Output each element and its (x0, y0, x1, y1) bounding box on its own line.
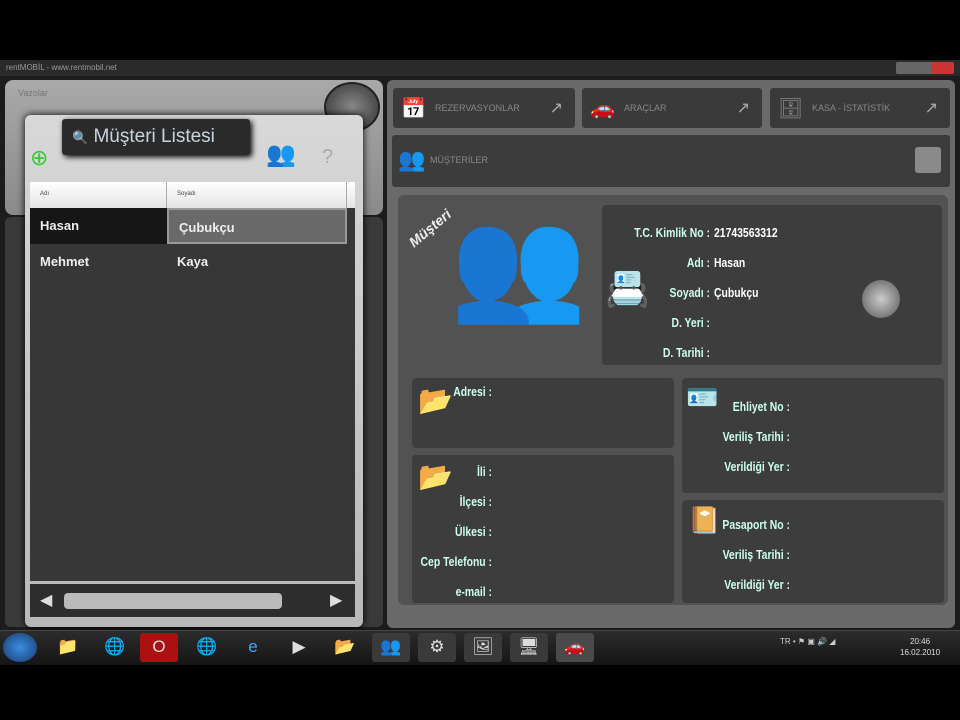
tab-araclar[interactable]: 🚗 ARAÇLAR ↗ (582, 88, 762, 128)
verilis-tarihi-label: Veriliş Tarihi : (722, 429, 790, 444)
scroll-right-icon[interactable]: ▶ (330, 590, 342, 610)
tab-rezervasyonlar[interactable]: 📅 REZERVASYONLAR ↗ (393, 88, 575, 128)
tc-value[interactable]: 21743563312 (714, 218, 778, 248)
app-icon[interactable]: 🌐 (188, 633, 226, 662)
tools-app-icon[interactable]: ⚙ (418, 633, 456, 662)
tab-kasa-istatistik[interactable]: 🗄 KASA - İSTATİSTİK ↗ (770, 88, 950, 128)
column-header-ad[interactable]: Adı (30, 182, 167, 208)
phone-label: Cep Telefonu : (420, 554, 492, 569)
users-app-icon[interactable]: 👥 (372, 633, 410, 662)
arrow-icon: ↗ (736, 100, 750, 117)
system-tray[interactable]: TR • ⚑ ▣ 🔊 ◢ (780, 637, 835, 646)
ulke-label: Ülkesi : (455, 524, 492, 539)
language-indicator[interactable]: TR (780, 637, 791, 646)
table-row[interactable]: Mehmet Kaya (30, 244, 355, 280)
license-fields: Ehliyet No : Veriliş Tarihi : Verildiği … (670, 392, 790, 482)
verildigi-yer-label: Verildiği Yer : (724, 459, 790, 474)
passport-fields: Pasaport No : Veriliş Tarihi : Verildiği… (670, 510, 790, 600)
pasaport-no-label: Pasaport No : (722, 517, 790, 532)
tab-musteriler[interactable]: 👥 MÜŞTERİLER (392, 135, 950, 187)
musteriler-action-button[interactable] (915, 147, 941, 173)
email-label: e-mail : (455, 584, 492, 599)
photo-button[interactable] (862, 280, 900, 318)
table-header: Adı Soyadı (30, 182, 355, 208)
users-icon: 👥 (398, 147, 426, 172)
popup-title: 🔍 Müşteri Listesi (62, 119, 250, 155)
remote-app-icon[interactable]: 🖥 (510, 633, 548, 662)
clock[interactable]: 20:46 16.02.2010 (900, 636, 940, 658)
field-label: Adı : (686, 255, 710, 270)
cell-ad: Mehmet (40, 254, 90, 269)
arrow-icon: ↗ (924, 100, 938, 117)
folder-app-icon[interactable]: 📂 (326, 633, 364, 662)
search-icon: 🔍 (72, 130, 89, 145)
table-row[interactable]: Hasan Çubukçu (30, 208, 355, 244)
window-title: rentMOBİL - www.rentmobil.net (0, 60, 960, 76)
ie-icon[interactable]: e (234, 633, 272, 662)
calendar-icon: 📅 (401, 98, 426, 120)
start-button[interactable] (3, 633, 37, 662)
users-icon[interactable]: 👥 (266, 140, 296, 169)
chrome-icon[interactable]: 🌐 (96, 633, 134, 662)
search-add-icon[interactable]: ⊕ (30, 145, 60, 175)
arrow-icon: ↗ (549, 100, 563, 117)
date: 16.02.2010 (900, 648, 941, 657)
rentmobil-app-icon[interactable]: 🚗 (556, 633, 594, 662)
ilce-label: İlçesi : (459, 494, 492, 509)
car-icon: 🚗 (590, 98, 615, 120)
field-label: Soyadı : (669, 285, 710, 300)
safe-icon: 🗄 (778, 98, 804, 120)
cell-soyad: Kaya (177, 254, 209, 269)
identity-fields: T.C. Kimlik No : 21743563312 Adı : Hasan S… (590, 218, 794, 368)
window-controls[interactable] (896, 62, 954, 74)
cell-ad: Hasan (30, 208, 167, 244)
scrollbar-thumb[interactable] (64, 593, 282, 609)
favorites-label: Vazolar (18, 88, 48, 98)
cell-soyad: Çubukçu (167, 208, 347, 244)
explorer-icon[interactable]: 📁 (49, 633, 87, 662)
media-icon[interactable]: ▶ (280, 633, 318, 662)
customer-table: Hasan Çubukçu Mehmet Kaya (30, 208, 355, 581)
il-label: İli : (476, 464, 492, 479)
ad-value[interactable]: Hasan (714, 248, 745, 278)
field-label: D. Tarihi : (662, 345, 710, 360)
contact-fields: İli : İlçesi : Ülkesi : Cep Telefonu : e… (372, 457, 492, 607)
verildigi-yer-label: Verildiği Yer : (724, 577, 790, 592)
field-label: D. Yeri : (671, 315, 710, 330)
opera-icon[interactable]: O (140, 633, 178, 662)
field-label: T.C. Kimlik No : (634, 225, 710, 240)
address-label: Adresi : (453, 384, 492, 399)
column-header-soyad[interactable]: Soyadı (167, 182, 347, 208)
ehliyet-no-label: Ehliyet No : (732, 399, 790, 414)
image-app-icon[interactable]: 🖼 (464, 633, 502, 662)
scroll-left-icon[interactable]: ◀ (40, 590, 52, 610)
verilis-tarihi-label: Veriliş Tarihi : (722, 547, 790, 562)
help-icon[interactable]: ? (322, 146, 333, 169)
soyad-value[interactable]: Çubukçu (714, 278, 759, 308)
customer-avatar-icon: 👥 (450, 203, 587, 326)
time: 20:46 (910, 637, 931, 646)
